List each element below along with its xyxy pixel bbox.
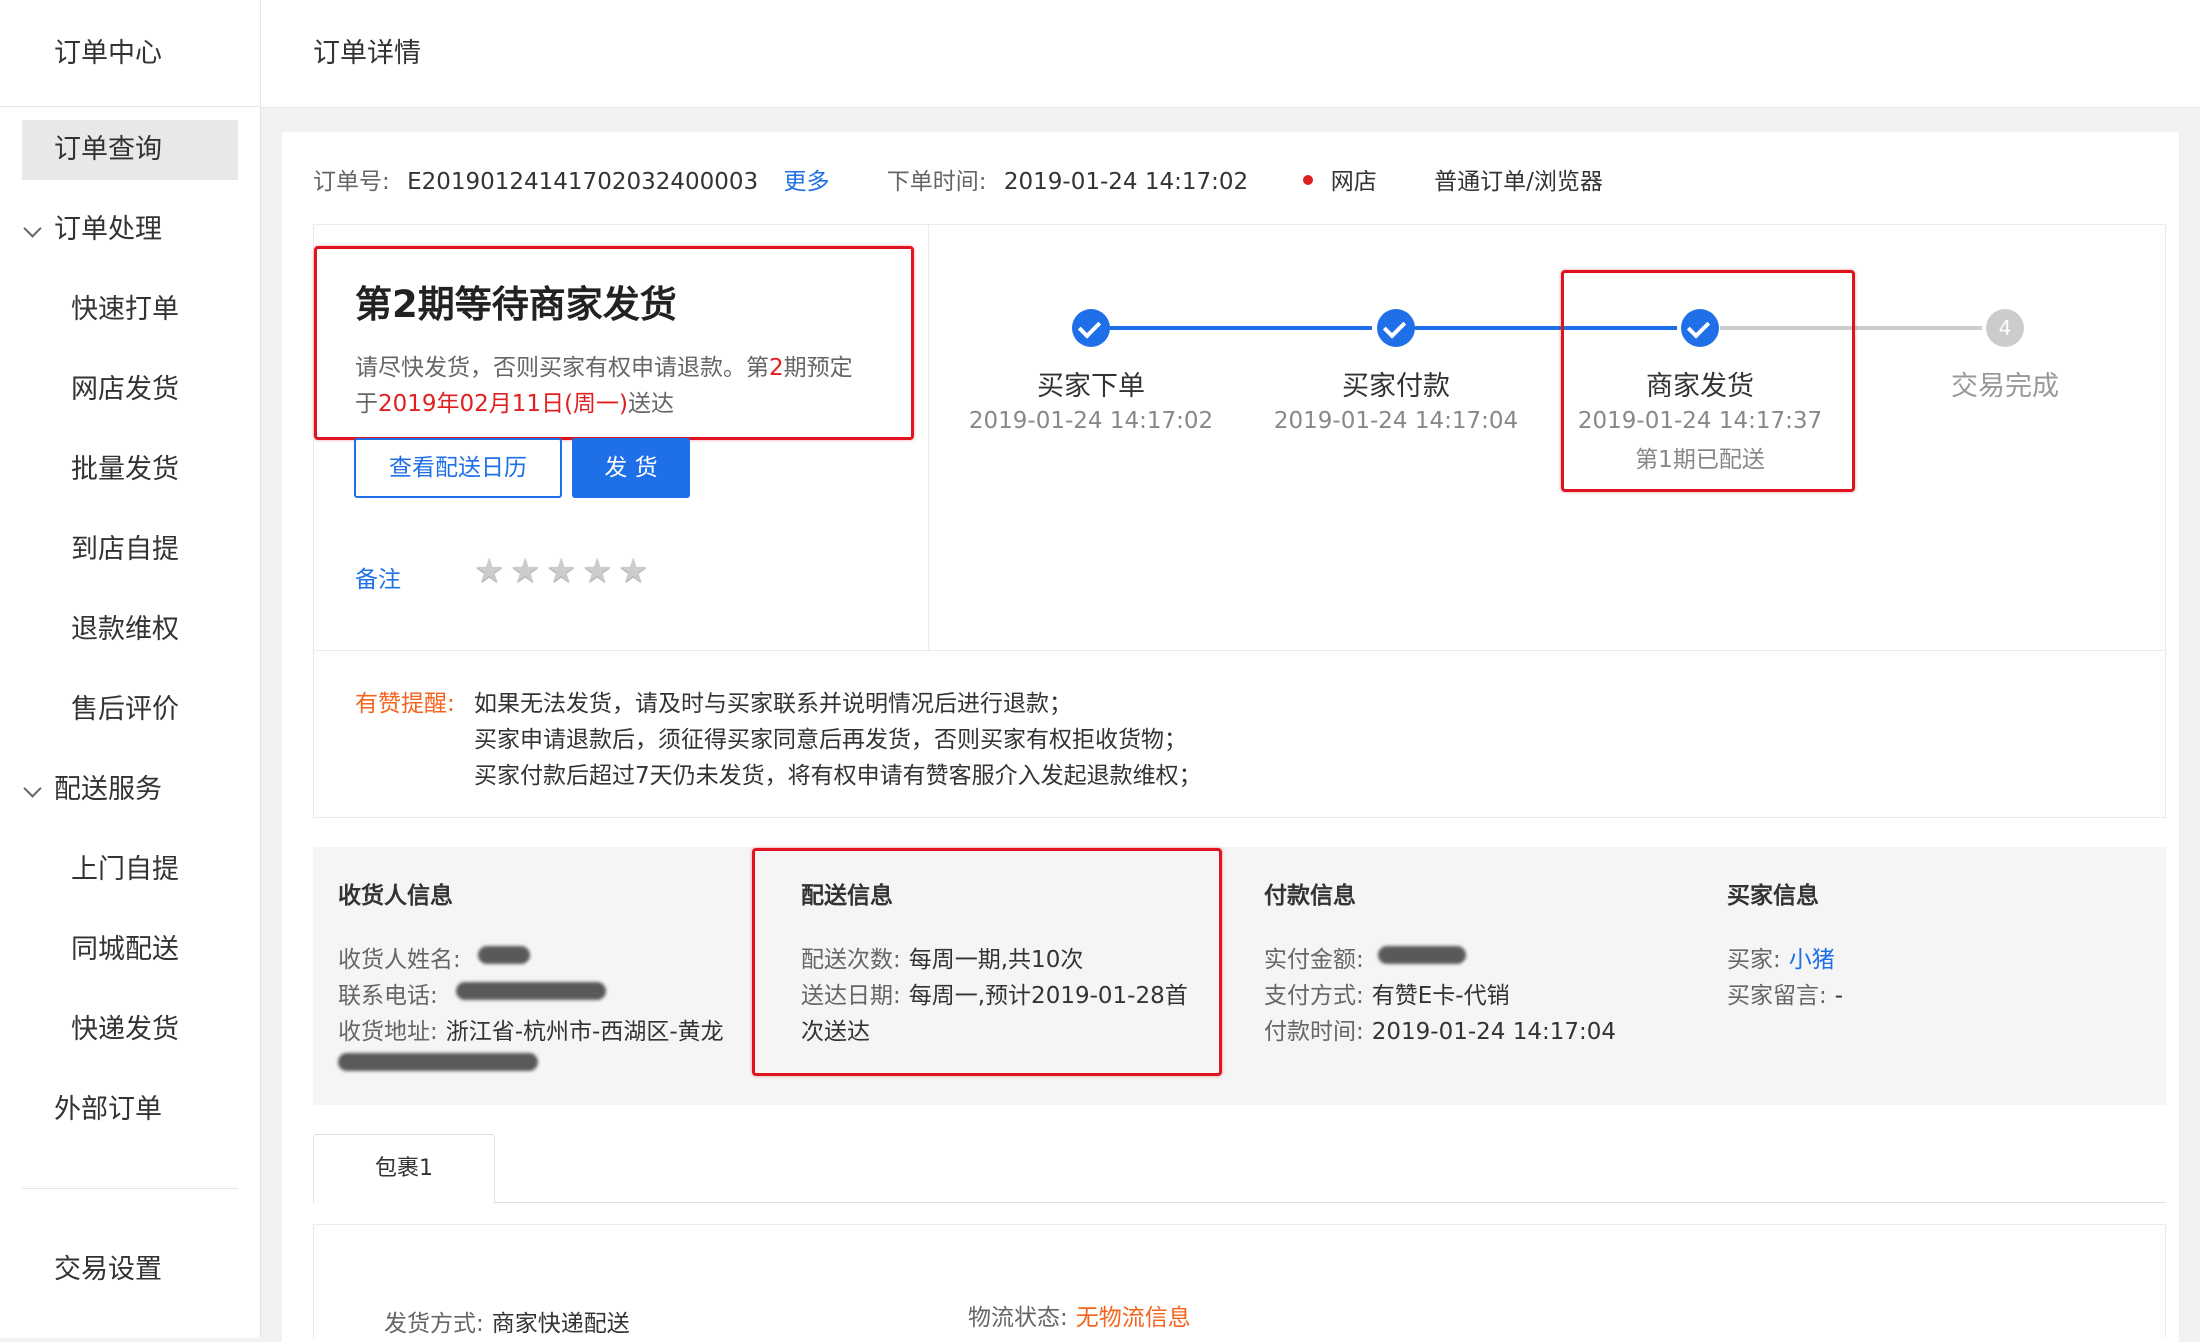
status-divider: [928, 224, 929, 651]
sidebar-item-express-shipping[interactable]: 快递发货: [71, 1010, 179, 1050]
receiver-name-row: 收货人姓名:: [338, 947, 461, 973]
highlight-delivery-box: [752, 848, 1222, 1076]
star-icon[interactable]: ★: [582, 551, 612, 591]
star-icon[interactable]: ★: [474, 551, 504, 591]
step-check-icon: [1377, 309, 1415, 347]
reminder-label: 有赞提醒:: [355, 691, 455, 717]
reminder-line: 买家申请退款后，须征得买家同意后再发货，否则买家有权拒收货物；: [474, 727, 1187, 753]
buyer-name-link[interactable]: 小猪: [1789, 947, 1835, 973]
buyer-message-row: 买家留言: -: [1727, 983, 1844, 1009]
payment-title: 付款信息: [1264, 883, 1356, 909]
reminder-line: 买家付款后超过7天仍未发货，将有权申请有赞客服介入发起退款维权；: [474, 763, 1202, 789]
order-type: 普通订单/浏览器: [1434, 169, 1603, 195]
top-bar: [261, 0, 2200, 108]
remark-link[interactable]: 备注: [355, 560, 401, 594]
sidebar-group-delivery-service[interactable]: 配送服务: [54, 770, 162, 810]
buyer-title: 买家信息: [1727, 883, 1819, 909]
step-time: 2019-01-24 14:17:02: [968, 408, 1214, 434]
payment-time-row: 付款时间: 2019-01-24 14:17:04: [1264, 1019, 1617, 1045]
buyer-name-row: 买家: 小猪: [1727, 947, 1835, 973]
highlight-step-box: [1561, 270, 1855, 492]
sidebar-divider: [22, 1188, 238, 1189]
tab-package-1[interactable]: 包裹1: [313, 1134, 495, 1204]
sidebar-item-order-query[interactable]: 订单查询: [54, 130, 162, 170]
channel-dot-icon: [1303, 174, 1314, 185]
reminder-line: 如果无法发货，请及时与买家联系并说明情况后进行退款；: [474, 691, 1072, 717]
highlight-status-box: [314, 246, 914, 440]
sidebar-item-door-pickup[interactable]: 上门自提: [71, 850, 179, 890]
redacted-value: [478, 946, 530, 964]
chevron-down-icon[interactable]: [23, 779, 42, 798]
star-icon[interactable]: ★: [510, 551, 540, 591]
order-time-value: 2019-01-24 14:17:02: [1003, 169, 1249, 195]
info-panel: [313, 847, 2166, 1105]
sidebar-item-after-sale-review[interactable]: 售后评价: [71, 690, 179, 730]
sidebar-item-quick-print[interactable]: 快速打单: [71, 290, 179, 330]
ship-button[interactable]: 发 货: [572, 438, 690, 498]
ship-method-row: 发货方式: 商家快递配送: [384, 1311, 630, 1337]
sidebar-item-shop-shipping[interactable]: 网店发货: [71, 370, 179, 410]
step-label: 买家付款: [1342, 371, 1450, 402]
step-line-1: [1110, 326, 1372, 330]
star-icon[interactable]: ★: [618, 551, 648, 591]
sidebar-item-store-pickup[interactable]: 到店自提: [71, 530, 179, 570]
payment-amount-row: 实付金额:: [1264, 947, 1364, 973]
sidebar-title: 订单中心: [0, 0, 260, 107]
sidebar-item-local-delivery[interactable]: 同城配送: [71, 930, 179, 970]
order-time-label: 下单时间:: [886, 169, 987, 195]
sidebar-item-refund[interactable]: 退款维权: [71, 610, 179, 650]
sidebar-item-external-orders[interactable]: 外部订单: [54, 1090, 162, 1130]
page-title: 订单详情: [313, 38, 421, 69]
order-meta-row: 订单号: E20190124141702032400003 更多 下单时间: 2…: [313, 162, 1603, 196]
logistics-row: 物流状态: 无物流信息: [968, 1305, 1191, 1331]
payment-method-row: 支付方式: 有赞E卡-代销: [1264, 983, 1510, 1009]
chevron-down-icon[interactable]: [23, 219, 42, 238]
redacted-value: [1378, 946, 1466, 964]
order-no-value: E20190124141702032400003: [407, 169, 759, 195]
sidebar: 订单中心 订单查询 订单处理 快速打单 网店发货 批量发货 到店自提 退款维权 …: [0, 0, 261, 1338]
redacted-value: [456, 982, 606, 1000]
order-no-label: 订单号:: [313, 169, 390, 195]
view-delivery-calendar-button[interactable]: 查看配送日历: [354, 438, 562, 498]
step-number-icon: 4: [1986, 309, 2024, 347]
redacted-value: [338, 1053, 538, 1071]
order-more-link[interactable]: 更多: [783, 169, 829, 195]
receiver-address-row: 收货地址: 浙江省-杭州市-西湖区-黄龙: [338, 1019, 724, 1045]
sidebar-item-trade-settings[interactable]: 交易设置: [54, 1250, 162, 1290]
receiver-phone-row: 联系电话:: [338, 983, 438, 1009]
tab-baseline: [313, 1202, 2166, 1203]
step-check-icon: [1072, 309, 1110, 347]
sidebar-group-order-processing[interactable]: 订单处理: [54, 210, 162, 250]
step-label: 买家下单: [1037, 371, 1145, 402]
step-label: 交易完成: [1951, 371, 2059, 402]
step-time: 2019-01-24 14:17:04: [1273, 408, 1519, 434]
receiver-title: 收货人信息: [338, 883, 453, 909]
star-icon[interactable]: ★: [546, 551, 576, 591]
sidebar-item-batch-shipping[interactable]: 批量发货: [71, 450, 179, 490]
order-channel: 网店: [1330, 169, 1377, 195]
